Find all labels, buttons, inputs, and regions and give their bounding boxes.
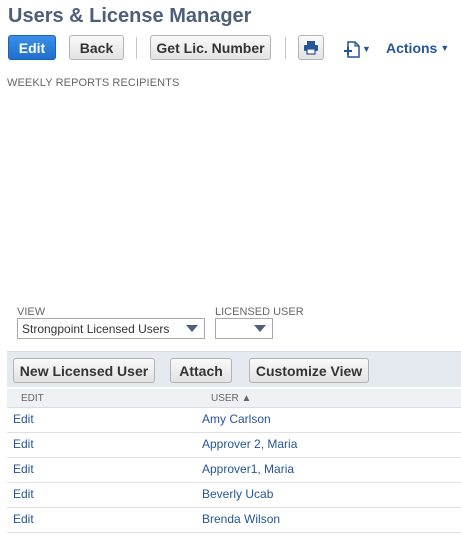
page-title: Users & License Manager <box>8 5 252 27</box>
view-select-value: Strongpoint Licensed Users <box>22 321 170 336</box>
view-select[interactable]: Strongpoint Licensed Users <box>17 318 205 339</box>
actions-menu[interactable]: Actions ▼ <box>386 40 449 56</box>
list-toolbar: New Licensed User Attach Customize View <box>7 351 461 387</box>
licensed-user-select[interactable] <box>215 318 273 339</box>
chevron-down-icon <box>186 325 198 332</box>
row-edit-link[interactable]: Edit <box>13 512 34 526</box>
chevron-down-icon: ▼ <box>440 43 450 53</box>
row-user-link[interactable]: Approver1, Maria <box>202 462 294 476</box>
section-label: WEEKLY REPORTS RECIPIENTS <box>7 77 180 89</box>
add-file-icon <box>344 40 360 58</box>
toolbar-divider <box>136 37 137 59</box>
edit-button[interactable]: Edit <box>8 35 56 60</box>
view-filter-label: VIEW <box>17 306 46 318</box>
print-icon <box>304 41 318 55</box>
customize-view-button[interactable]: Customize View <box>249 358 369 383</box>
toolbar: Edit Back Get Lic. Number ▼ Actions ▼ <box>8 35 458 61</box>
row-user-link[interactable]: Approver 2, Maria <box>202 437 297 451</box>
table-row: Edit Amy Carlson <box>7 408 461 433</box>
print-button[interactable] <box>298 35 324 60</box>
column-header-user[interactable]: USER ▲ <box>211 393 251 404</box>
chevron-down-icon: ▼ <box>362 44 371 54</box>
row-edit-link[interactable]: Edit <box>13 412 34 426</box>
table-row: Edit Approver1, Maria <box>7 458 461 483</box>
chevron-down-icon <box>254 325 266 332</box>
list-column-header: EDIT USER ▲ <box>7 389 461 408</box>
table-row: Edit Brenda Wilson <box>7 508 461 533</box>
actions-label: Actions <box>386 40 438 56</box>
new-licensed-user-button[interactable]: New Licensed User <box>13 358 155 383</box>
add-file-menu[interactable]: ▼ <box>343 38 371 60</box>
row-user-link[interactable]: Brenda Wilson <box>202 512 280 526</box>
row-edit-link[interactable]: Edit <box>13 462 34 476</box>
get-lic-number-button[interactable]: Get Lic. Number <box>150 35 271 60</box>
back-button[interactable]: Back <box>69 35 124 60</box>
row-user-link[interactable]: Beverly Ucab <box>202 487 273 501</box>
row-edit-link[interactable]: Edit <box>13 487 34 501</box>
row-edit-link[interactable]: Edit <box>13 437 34 451</box>
licensed-user-filter-label: LICENSED USER <box>215 306 304 318</box>
row-user-link[interactable]: Amy Carlson <box>202 412 271 426</box>
column-header-edit: EDIT <box>21 393 44 404</box>
table-row: Edit Approver 2, Maria <box>7 433 461 458</box>
attach-button[interactable]: Attach <box>170 358 232 383</box>
toolbar-divider <box>285 37 286 59</box>
table-row: Edit Beverly Ucab <box>7 483 461 508</box>
list-rows: Edit Amy Carlson Edit Approver 2, Maria … <box>7 408 461 533</box>
